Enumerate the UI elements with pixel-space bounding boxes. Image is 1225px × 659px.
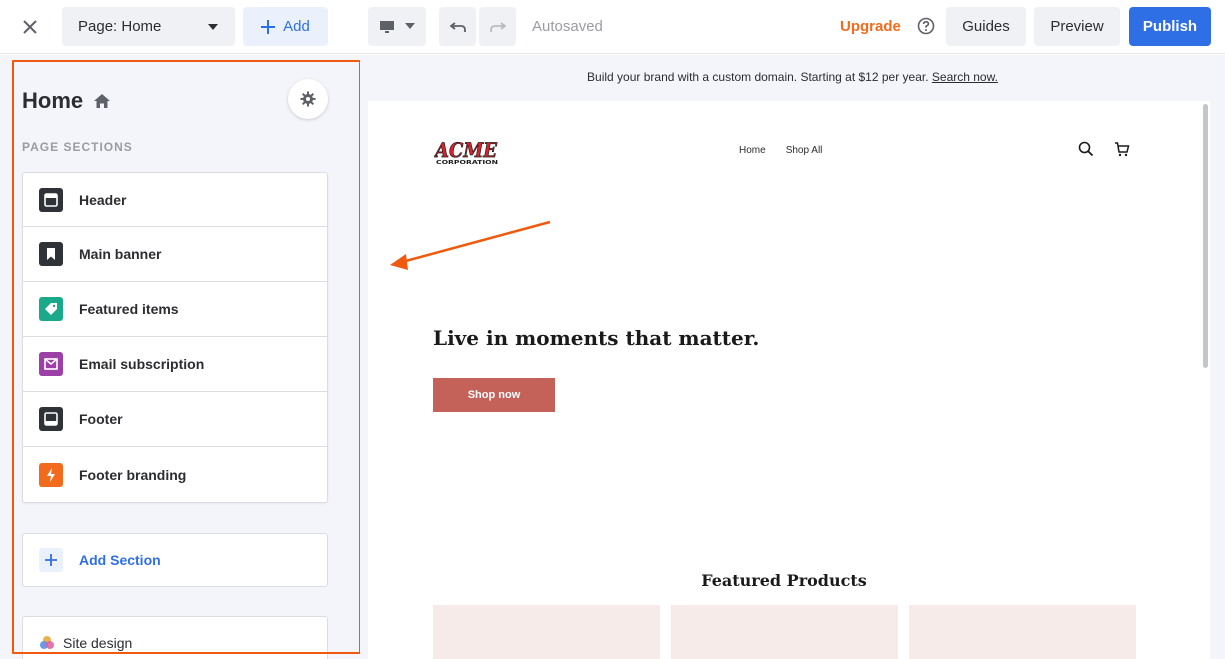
- close-button[interactable]: [12, 9, 48, 45]
- section-item-label: Footer branding: [79, 466, 187, 483]
- section-list: Header Main banner Featured items Email …: [22, 172, 328, 503]
- redo-button[interactable]: [479, 7, 516, 46]
- site-design-button[interactable]: Site design: [22, 616, 328, 659]
- bolt-icon: [39, 462, 63, 487]
- palette-icon: [40, 636, 54, 649]
- logo-text: ACME: [434, 138, 498, 162]
- close-icon: [23, 20, 37, 34]
- add-button[interactable]: Add: [243, 7, 328, 46]
- publish-button[interactable]: Publish: [1129, 7, 1211, 46]
- featured-products-heading: Featured Products: [701, 571, 867, 590]
- autosaved-status: Autosaved: [532, 18, 603, 35]
- plus-icon: [261, 19, 276, 34]
- section-item-label: Header: [79, 191, 127, 208]
- top-toolbar: Page: Home Add Autosaved Upgrade Guides …: [0, 0, 1225, 54]
- section-item-footer-branding[interactable]: Footer branding: [23, 447, 327, 502]
- add-button-label: Add: [283, 18, 310, 35]
- mail-icon: [39, 352, 63, 376]
- section-item-label: Email subscription: [79, 356, 205, 372]
- site-nav: Home Shop All: [739, 145, 822, 156]
- plus-icon: [39, 548, 63, 572]
- acme-logo[interactable]: ACME CORPORATION: [433, 138, 500, 166]
- logo-subtext: CORPORATION: [436, 160, 499, 166]
- section-item-label: Featured items: [79, 301, 179, 317]
- cart-icon[interactable]: [1114, 141, 1130, 157]
- add-section-button[interactable]: Add Section: [22, 533, 328, 587]
- section-item-label: Main banner: [79, 246, 162, 262]
- undo-icon: [449, 21, 466, 32]
- guides-button[interactable]: Guides: [946, 7, 1026, 46]
- tag-icon: [39, 297, 63, 321]
- undo-button[interactable]: [439, 7, 476, 46]
- section-item-main-banner[interactable]: Main banner: [23, 227, 327, 282]
- section-item-footer[interactable]: Footer: [23, 392, 327, 447]
- promo-text: Build your brand with a custom domain. S…: [587, 70, 929, 84]
- nav-link-home[interactable]: Home: [739, 145, 766, 156]
- redo-icon: [489, 21, 506, 32]
- page-settings-button[interactable]: [288, 79, 328, 119]
- site-design-label: Site design: [63, 635, 133, 651]
- scrollbar[interactable]: [1203, 104, 1208, 368]
- gear-icon: [300, 91, 316, 107]
- hero-heading: Live in moments that matter.: [433, 326, 760, 350]
- help-button[interactable]: [914, 14, 938, 38]
- device-select-dropdown[interactable]: [368, 7, 426, 46]
- shop-now-button[interactable]: Shop now: [433, 378, 555, 412]
- caret-down-icon: [405, 23, 415, 29]
- nav-link-shop-all[interactable]: Shop All: [786, 145, 823, 156]
- header-icon: [39, 187, 63, 212]
- add-section-label: Add Section: [79, 552, 161, 568]
- section-item-featured-items[interactable]: Featured items: [23, 282, 327, 337]
- section-item-email-subscription[interactable]: Email subscription: [23, 337, 327, 392]
- product-card[interactable]: [433, 605, 660, 659]
- product-card[interactable]: [671, 605, 898, 659]
- promo-banner: Build your brand with a custom domain. S…: [360, 70, 1225, 84]
- page-select-dropdown[interactable]: Page: Home: [62, 7, 235, 46]
- section-item-header[interactable]: Header: [23, 173, 327, 227]
- page-select-label: Page: Home: [78, 18, 162, 35]
- bookmark-icon: [39, 242, 63, 266]
- preview-button[interactable]: Preview: [1034, 7, 1120, 46]
- annotation-arrow: [390, 220, 551, 270]
- page-title: Home: [22, 88, 111, 114]
- upgrade-link[interactable]: Upgrade: [840, 7, 901, 46]
- footer-icon: [39, 407, 63, 431]
- search-icon[interactable]: [1078, 141, 1094, 157]
- caret-down-icon: [208, 23, 218, 30]
- product-card[interactable]: [909, 605, 1136, 659]
- desktop-icon: [380, 20, 394, 33]
- search-domain-link[interactable]: Search now.: [932, 70, 998, 84]
- page-sections-heading: PAGE SECTIONS: [22, 140, 133, 154]
- home-icon: [94, 94, 111, 108]
- page-title-text: Home: [22, 88, 84, 113]
- help-icon: [917, 17, 935, 35]
- section-item-label: Footer: [79, 411, 123, 427]
